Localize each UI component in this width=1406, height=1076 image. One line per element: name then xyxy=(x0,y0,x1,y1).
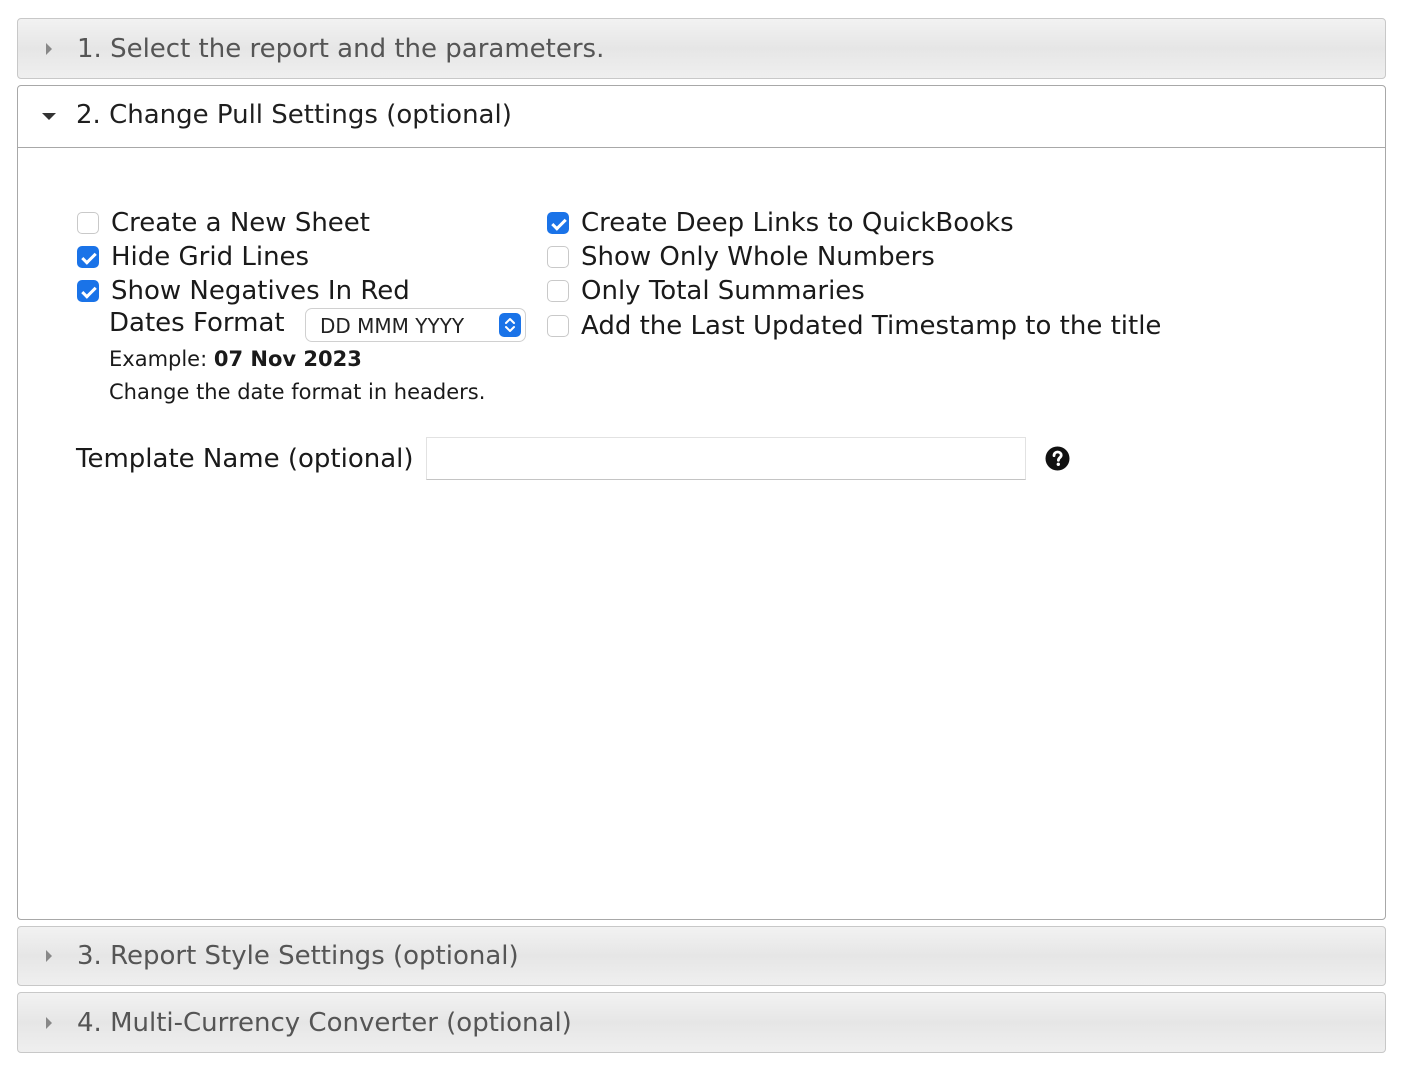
option-whole-numbers[interactable]: Show Only Whole Numbers xyxy=(547,242,935,272)
date-example-prefix: Example: xyxy=(109,347,208,371)
section-pull-settings-header[interactable]: 2. Change Pull Settings (optional) xyxy=(18,86,1385,148)
dates-format-select[interactable]: DD MMM YYYY xyxy=(305,308,526,342)
deep-links-label: Create Deep Links to QuickBooks xyxy=(581,208,1014,238)
whole-numbers-label: Show Only Whole Numbers xyxy=(581,242,935,272)
chevron-down-icon xyxy=(42,113,56,120)
template-name-label: Template Name (optional) xyxy=(76,444,414,474)
option-show-negatives-red[interactable]: Show Negatives In Red xyxy=(77,276,410,306)
option-last-updated-timestamp[interactable]: Add the Last Updated Timestamp to the ti… xyxy=(547,311,1161,341)
date-format-hint: Change the date format in headers. xyxy=(109,380,486,404)
date-example: Example: 07 Nov 2023 xyxy=(109,347,362,371)
select-stepper-icon xyxy=(499,313,521,337)
chevron-right-icon xyxy=(46,1016,52,1029)
date-example-value: 07 Nov 2023 xyxy=(213,347,362,371)
option-total-summaries[interactable]: Only Total Summaries xyxy=(547,276,865,306)
section-select-report-title: 1. Select the report and the parameters. xyxy=(77,33,605,64)
question-circle-icon[interactable] xyxy=(1045,446,1070,471)
option-deep-links[interactable]: Create Deep Links to QuickBooks xyxy=(547,208,1014,238)
section-report-style-title: 3. Report Style Settings (optional) xyxy=(77,941,519,971)
chevron-right-icon xyxy=(46,950,52,962)
last-updated-timestamp-checkbox[interactable] xyxy=(547,315,569,337)
hide-grid-lines-label: Hide Grid Lines xyxy=(111,242,310,272)
dates-format-label: Dates Format xyxy=(109,308,285,338)
dates-format-value: DD MMM YYYY xyxy=(320,314,465,338)
total-summaries-label: Only Total Summaries xyxy=(581,276,865,306)
option-hide-grid-lines[interactable]: Hide Grid Lines xyxy=(77,242,309,272)
show-negatives-red-label: Show Negatives In Red xyxy=(111,276,410,306)
report-settings-page: 1. Select the report and the parameters.… xyxy=(0,0,1406,1076)
create-new-sheet-checkbox[interactable] xyxy=(77,212,99,234)
create-new-sheet-label: Create a New Sheet xyxy=(111,208,370,238)
section-multi-currency-title: 4. Multi-Currency Converter (optional) xyxy=(77,1007,572,1038)
section-multi-currency-header[interactable]: 4. Multi-Currency Converter (optional) xyxy=(17,992,1386,1053)
section-pull-settings-title: 2. Change Pull Settings (optional) xyxy=(76,100,512,130)
last-updated-timestamp-label: Add the Last Updated Timestamp to the ti… xyxy=(581,311,1162,341)
template-name-input[interactable] xyxy=(426,437,1026,480)
hide-grid-lines-checkbox[interactable] xyxy=(77,246,99,268)
total-summaries-checkbox[interactable] xyxy=(547,280,569,302)
whole-numbers-checkbox[interactable] xyxy=(547,246,569,268)
deep-links-checkbox[interactable] xyxy=(547,212,569,234)
chevron-right-icon xyxy=(46,42,52,55)
show-negatives-red-checkbox[interactable] xyxy=(77,280,99,302)
option-create-new-sheet[interactable]: Create a New Sheet xyxy=(77,208,370,238)
section-report-style-header[interactable]: 3. Report Style Settings (optional) xyxy=(17,926,1386,986)
section-select-report-header[interactable]: 1. Select the report and the parameters. xyxy=(17,18,1386,79)
